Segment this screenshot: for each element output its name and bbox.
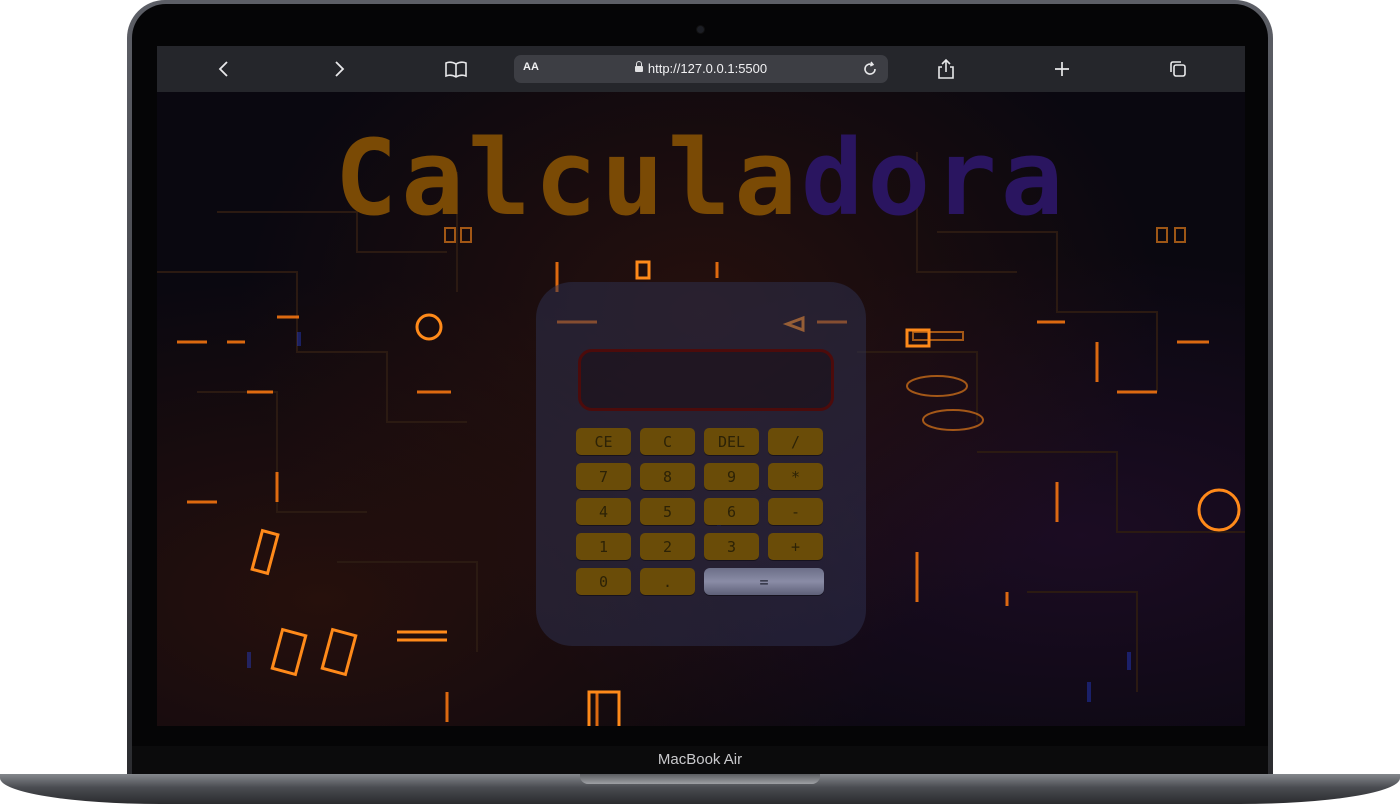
key-8[interactable]: 8 xyxy=(640,463,695,490)
calculator: CE C DEL / 7 8 9 * 4 5 6 - 1 2 3 + 0 . = xyxy=(536,282,866,646)
camera-icon xyxy=(697,26,704,33)
key-7[interactable]: 7 xyxy=(576,463,631,490)
url-value: http://127.0.0.1:5500 xyxy=(647,61,768,76)
key-5[interactable]: 5 xyxy=(640,498,695,525)
laptop-hinge-notch xyxy=(580,774,820,784)
browser-screen: AA http://127.0.0.1:5500 Calculadora CE … xyxy=(157,46,1245,726)
page-body: Calculadora CE C DEL / 7 8 9 * 4 5 6 - 1… xyxy=(157,92,1245,726)
address-bar[interactable]: AA http://127.0.0.1:5500 xyxy=(514,55,888,83)
page-title: Calculadora xyxy=(157,118,1245,238)
key-6[interactable]: 6 xyxy=(704,498,759,525)
key-del[interactable]: DEL xyxy=(704,428,759,455)
browser-toolbar: AA http://127.0.0.1:5500 xyxy=(157,46,1245,93)
chevron-left-icon[interactable] xyxy=(209,54,239,84)
key-4[interactable]: 4 xyxy=(576,498,631,525)
key-divide[interactable]: / xyxy=(768,428,823,455)
key-ce[interactable]: CE xyxy=(576,428,631,455)
key-9[interactable]: 9 xyxy=(704,463,759,490)
key-0[interactable]: 0 xyxy=(576,568,631,595)
title-part2: dora xyxy=(800,117,1068,239)
lock-icon xyxy=(634,61,643,72)
chevron-right-icon[interactable] xyxy=(324,54,354,84)
key-3[interactable]: 3 xyxy=(704,533,759,560)
plus-icon[interactable] xyxy=(1047,54,1077,84)
key-add[interactable]: + xyxy=(768,533,823,560)
key-equals[interactable]: = xyxy=(704,568,824,595)
key-1[interactable]: 1 xyxy=(576,533,631,560)
title-part1: Calcula xyxy=(334,117,801,239)
url-text: http://127.0.0.1:5500 xyxy=(514,61,888,76)
key-c[interactable]: C xyxy=(640,428,695,455)
calculator-display xyxy=(578,349,834,411)
tabs-icon[interactable] xyxy=(1163,54,1193,84)
key-2[interactable]: 2 xyxy=(640,533,695,560)
model-label: MacBook Air xyxy=(657,751,743,768)
key-subtract[interactable]: - xyxy=(768,498,823,525)
reload-icon[interactable] xyxy=(856,55,884,83)
key-multiply[interactable]: * xyxy=(768,463,823,490)
share-icon[interactable] xyxy=(931,54,961,84)
key-decimal[interactable]: . xyxy=(640,568,695,595)
book-icon[interactable] xyxy=(441,54,471,84)
